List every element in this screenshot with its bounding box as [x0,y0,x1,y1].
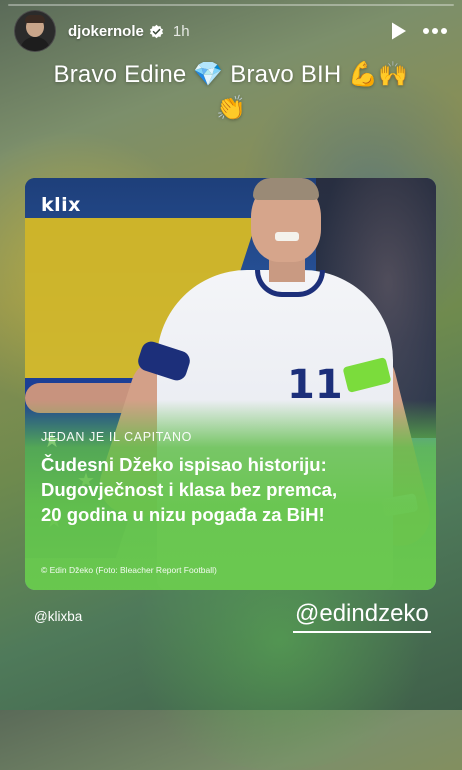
play-icon [392,22,406,40]
more-options-button[interactable] [420,16,450,46]
avatar[interactable] [14,10,56,52]
caption-line-1: Bravo Edine 💎 Bravo BIH 💪🙌 [53,61,409,88]
photo-credit: © Edin Džeko (Foto: Bleacher Report Foot… [41,565,217,575]
article-headline: Čudesni Džeko ispisao historiju: Dugovje… [41,454,338,525]
mention-klixba[interactable]: @klixba [34,609,82,624]
verified-badge-icon [149,24,164,39]
brand-logo: klix [41,194,81,216]
shared-post-card[interactable]: ★ ★ ★ 11 klix JEDAN JE IL CAPITANO Čudes… [25,178,436,590]
username[interactable]: djokernole [68,23,144,40]
mention-edindzeko[interactable]: @edindzeko [293,599,431,633]
play-button[interactable] [384,16,414,46]
story-progress-bar [8,4,454,6]
story-caption: Bravo Edine 💎 Bravo BIH 💪🙌 👏 [0,58,462,126]
article-kicker: JEDAN JE IL CAPITANO [41,430,192,444]
story-header: djokernole 1h [14,10,450,52]
post-time: 1h [172,22,190,40]
caption-line-2: 👏 [215,95,247,122]
more-horizontal-icon [423,28,447,34]
